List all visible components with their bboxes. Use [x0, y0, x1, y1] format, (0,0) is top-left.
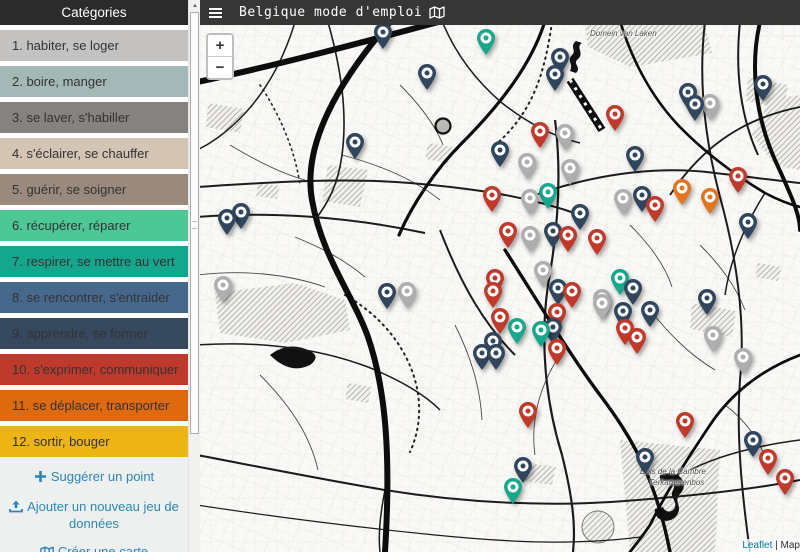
app-window: Catégories 1. habiter, se loger 2. boire,… [0, 0, 800, 552]
category-item-5[interactable]: 5. guérir, se soigner [0, 174, 188, 205]
category-item-8[interactable]: 8. se rencontrer, s'entraider [0, 282, 188, 313]
map-marker-navy[interactable] [624, 145, 646, 173]
map-marker-orange[interactable] [671, 178, 693, 206]
map-attribution: Leaflet | Map [738, 539, 800, 552]
category-item-9[interactable]: 9. apprendre, se former [0, 318, 188, 349]
map-marker-navy[interactable] [696, 288, 718, 316]
map-marker-gray[interactable] [554, 123, 576, 151]
plus-icon [34, 470, 47, 486]
map-marker-red[interactable] [626, 327, 648, 355]
map-marker-navy[interactable] [344, 132, 366, 160]
map-marker-red[interactable] [517, 401, 539, 429]
map-place-label: Terkamerenbos [649, 478, 705, 487]
map-marker-red[interactable] [586, 228, 608, 256]
zoom-control: + − [206, 33, 234, 80]
map-marker-teal[interactable] [475, 28, 497, 56]
map-marker-red[interactable] [727, 166, 749, 194]
map-marker-red[interactable] [482, 281, 504, 309]
category-item-10[interactable]: 10. s'exprimer, communiquer [0, 354, 188, 385]
category-item-11[interactable]: 11. se déplacer, transporter [0, 390, 188, 421]
map-marker-navy[interactable] [684, 94, 706, 122]
link-label: Suggérer un point [50, 469, 155, 484]
map-marker-gray[interactable] [212, 275, 234, 303]
map-marker-red[interactable] [529, 121, 551, 149]
app-title: Belgique mode d'emploi [239, 5, 423, 20]
map-marker-gray[interactable] [396, 281, 418, 309]
zoom-in-button[interactable]: + [208, 35, 232, 57]
map-marker-gray[interactable] [732, 347, 754, 375]
map-marker-navy[interactable] [634, 447, 656, 475]
link-label: Créer une carte personnalisée [57, 544, 149, 552]
map-marker-gray[interactable] [519, 188, 541, 216]
map-marker-navy[interactable] [485, 343, 507, 371]
scrollbar-thumb[interactable] [190, 12, 199, 434]
category-item-7[interactable]: 7. respirer, se mettre au vert [0, 246, 188, 277]
sidebar-title: Catégories [0, 0, 188, 25]
map-marker-red[interactable] [774, 468, 796, 496]
map-marker-gray[interactable] [559, 158, 581, 186]
map-marker-navy[interactable] [216, 208, 238, 236]
category-item-1[interactable]: 1. habiter, se loger [0, 30, 188, 61]
map-marker-navy[interactable] [416, 63, 438, 91]
link-label: Ajouter un nouveau jeu de données [27, 499, 179, 531]
map-marker-navy[interactable] [376, 282, 398, 310]
map-marker-red[interactable] [481, 185, 503, 213]
category-item-6[interactable]: 6. récupérer, réparer [0, 210, 188, 241]
scrollbar-grip [192, 221, 197, 229]
map-marker-red[interactable] [546, 338, 568, 366]
map-marker-navy[interactable] [639, 300, 661, 328]
category-item-4[interactable]: 4. s'éclairer, se chauffer [0, 138, 188, 169]
map-marker-red[interactable] [604, 104, 626, 132]
map-marker-navy[interactable] [737, 212, 759, 240]
map-marker-teal[interactable] [502, 477, 524, 505]
map-marker-navy[interactable] [752, 74, 774, 102]
suggest-point-link[interactable]: Suggérer un point [0, 469, 188, 486]
category-item-2[interactable]: 2. boire, manger [0, 66, 188, 97]
map-marker-gray[interactable] [516, 152, 538, 180]
category-item-3[interactable]: 3. se laver, s'habiller [0, 102, 188, 133]
map-marker-red[interactable] [497, 221, 519, 249]
map-marker-gray[interactable] [591, 293, 613, 321]
map-marker-gray[interactable] [519, 225, 541, 253]
map-marker-teal[interactable] [506, 317, 528, 345]
leaflet-link[interactable]: Leaflet [742, 540, 772, 551]
hamburger-menu-icon[interactable] [209, 6, 222, 20]
map-place-label: Domein van Laken [590, 29, 657, 38]
sidebar-scrollbar[interactable]: ▲ [188, 0, 200, 552]
map-topbar: Belgique mode d'emploi [200, 0, 800, 25]
sidebar-footer: Suggérer un point Ajouter un nouveau jeu … [0, 457, 188, 552]
category-list: 1. habiter, se loger 2. boire, manger 3. s… [0, 30, 188, 457]
zoom-out-button[interactable]: − [208, 57, 232, 78]
map-marker-navy[interactable] [489, 140, 511, 168]
map-icon [429, 6, 445, 19]
map-pane: Belgique mode d'emploi Domein van Laken … [200, 0, 800, 552]
map-icon [40, 546, 54, 552]
category-item-12[interactable]: 12. sortir, bouger [0, 426, 188, 457]
attribution-text: | Map [772, 540, 800, 551]
map-marker-red[interactable] [674, 411, 696, 439]
upload-icon [9, 500, 23, 516]
categories-sidebar: Catégories 1. habiter, se loger 2. boire,… [0, 0, 188, 552]
map-marker-red[interactable] [644, 195, 666, 223]
map-marker-orange[interactable] [699, 187, 721, 215]
map-marker-red[interactable] [557, 225, 579, 253]
map-marker-gray[interactable] [702, 325, 724, 353]
add-dataset-link[interactable]: Ajouter un nouveau jeu de données [0, 499, 188, 531]
map-marker-gray[interactable] [612, 188, 634, 216]
map-marker-navy[interactable] [372, 25, 394, 50]
create-map-link[interactable]: Créer une carte personnalisée [0, 544, 188, 552]
map-canvas[interactable]: Domein van Laken Bois de la Cambre Terkame… [200, 25, 800, 552]
map-marker-navy[interactable] [544, 64, 566, 92]
